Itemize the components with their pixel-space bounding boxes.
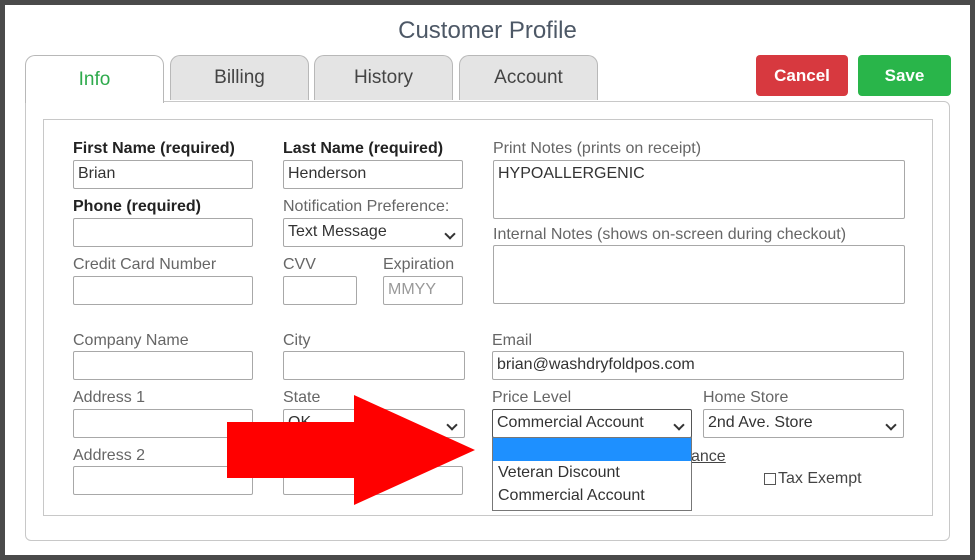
balance-link[interactable]: ance bbox=[691, 448, 726, 466]
checkbox-icon[interactable] bbox=[764, 473, 776, 485]
email-label: Email bbox=[492, 332, 533, 349]
credit-card-field[interactable] bbox=[73, 276, 253, 305]
first-name-field[interactable]: Brian bbox=[73, 160, 253, 189]
price-level-select[interactable]: Commercial Account bbox=[492, 409, 692, 438]
phone-label: Phone (required) bbox=[73, 198, 202, 215]
price-level-option-commercial[interactable]: Commercial Account bbox=[493, 484, 691, 507]
right-arrow-icon bbox=[227, 395, 475, 505]
tax-exempt-checkbox[interactable]: Tax Exempt bbox=[764, 470, 862, 488]
home-store-select[interactable]: 2nd Ave. Store bbox=[703, 409, 904, 438]
internal-notes-field[interactable] bbox=[493, 245, 905, 304]
company-field[interactable] bbox=[73, 351, 253, 380]
city-label: City bbox=[283, 332, 311, 349]
tab-info[interactable]: Info bbox=[25, 55, 164, 103]
company-label: Company Name bbox=[73, 332, 189, 349]
price-level-option-veteran[interactable]: Veteran Discount bbox=[493, 461, 691, 484]
print-notes-field[interactable]: HYPOALLERGENIC bbox=[493, 160, 905, 219]
address1-label: Address 1 bbox=[73, 389, 146, 406]
notification-select[interactable]: Text Message bbox=[283, 218, 463, 247]
expiration-label: Expiration bbox=[383, 256, 455, 273]
cvv-field[interactable] bbox=[283, 276, 357, 305]
credit-card-label: Credit Card Number bbox=[73, 256, 217, 273]
home-store-value: 2nd Ave. Store bbox=[708, 414, 813, 431]
print-notes-label: Print Notes (prints on receipt) bbox=[493, 140, 702, 157]
price-level-dropdown[interactable]: Veteran Discount Commercial Account bbox=[492, 437, 692, 511]
email-field[interactable]: brian@washdryfoldpos.com bbox=[492, 351, 904, 380]
cancel-button[interactable]: Cancel bbox=[756, 55, 848, 96]
last-name-label: Last Name (required) bbox=[283, 140, 444, 157]
tab-billing[interactable]: Billing bbox=[170, 55, 309, 100]
price-level-label: Price Level bbox=[492, 389, 572, 406]
dialog-title: Customer Profile bbox=[398, 17, 577, 44]
address2-label: Address 2 bbox=[73, 447, 146, 464]
tab-history[interactable]: History bbox=[314, 55, 453, 100]
price-level-value: Commercial Account bbox=[497, 414, 644, 431]
cvv-label: CVV bbox=[283, 256, 316, 273]
tax-exempt-label: Tax Exempt bbox=[778, 470, 862, 487]
internal-notes-label: Internal Notes (shows on-screen during c… bbox=[493, 226, 847, 243]
city-field[interactable] bbox=[283, 351, 465, 380]
last-name-field[interactable]: Henderson bbox=[283, 160, 463, 189]
notification-value: Text Message bbox=[288, 223, 387, 240]
address1-field[interactable] bbox=[73, 409, 253, 438]
notification-label: Notification Preference: bbox=[283, 198, 450, 215]
home-store-label: Home Store bbox=[703, 389, 789, 406]
price-level-option-blank[interactable] bbox=[493, 438, 691, 461]
address2-field[interactable] bbox=[73, 466, 253, 495]
save-button[interactable]: Save bbox=[858, 55, 951, 96]
arrow-shape bbox=[227, 395, 475, 505]
phone-field[interactable] bbox=[73, 218, 253, 247]
customer-profile-dialog: Customer Profile Info Billing History Ac… bbox=[5, 5, 970, 555]
expiration-field[interactable]: MMYY bbox=[383, 276, 463, 305]
tab-account[interactable]: Account bbox=[459, 55, 598, 100]
first-name-label: First Name (required) bbox=[73, 140, 235, 157]
